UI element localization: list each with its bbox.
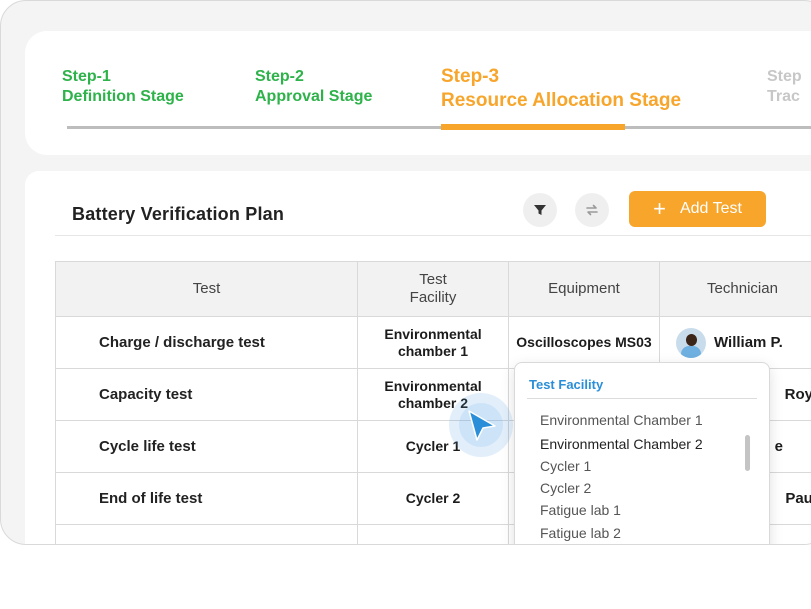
dropdown-option[interactable]: Fatigue lab 2 [540,525,621,541]
dropdown-divider [527,398,757,399]
cursor-highlight [449,393,513,457]
dropdown-scrollbar[interactable] [745,435,750,471]
filter-button[interactable] [523,193,557,227]
stepper: Step-1 Definition Stage Step-2 Approval … [25,31,811,155]
step-track [67,126,811,129]
test-name: Capacity test [55,368,358,421]
step-1[interactable]: Step-1 Definition Stage [62,67,184,107]
app-frame: Step-1 Definition Stage Step-2 Approval … [0,0,811,545]
step-track-active [441,124,625,130]
step-number: Step [767,68,802,85]
facility-cell[interactable]: Environmental chamber 1 [357,316,509,369]
step-number: Step-1 [62,68,111,85]
test-name: End of life test [55,472,358,525]
facility-cell[interactable]: Fatigue lab 1 [357,524,509,544]
facility-cell[interactable]: Cycler 2 [357,472,509,525]
step-name: Resource Allocation Stage [441,90,682,111]
add-test-label: Add Test [679,200,742,217]
column-header-technician[interactable]: Technician [659,261,811,317]
divider [55,235,811,236]
dropdown-option-selected[interactable]: Environmental Chamber 2 [540,436,703,452]
dropdown-option[interactable]: Environmental Chamber 1 [540,412,703,428]
dropdown-title: Test Facility [529,377,604,392]
refresh-button[interactable] [575,193,609,227]
technician-name: Roy [784,386,811,403]
step-2[interactable]: Step-2 Approval Stage [255,67,372,107]
step-name: Definition Stage [62,88,184,105]
column-header-equipment[interactable]: Equipment [508,261,660,317]
refresh-icon [586,204,598,216]
plus-icon: + [653,196,666,221]
dropdown-option[interactable]: Cycler 2 [540,480,591,496]
step-4[interactable]: Step Trac [767,67,802,107]
step-number: Step-2 [255,68,304,85]
technician-cell[interactable]: William P. [659,316,811,369]
step-name: Approval Stage [255,88,373,105]
equipment-cell[interactable]: Oscilloscopes MS03 [508,316,660,369]
test-name: Pulse discharge test [55,524,358,544]
dropdown-option[interactable]: Cycler 1 [540,458,591,474]
add-test-button[interactable]: + Add Test [629,191,766,227]
avatar [676,327,706,358]
technician-name: e [774,438,783,455]
column-header-facility[interactable]: Test Facility [357,261,509,317]
test-name: Charge / discharge test [55,316,358,369]
technician-name: William P. [714,334,783,351]
filter-icon [534,205,546,215]
column-header-test[interactable]: Test [55,261,358,317]
test-name: Cycle life test [55,420,358,473]
dropdown-option[interactable]: Fatigue lab 1 [540,502,621,518]
cursor-arrow-icon [468,410,496,441]
table-row[interactable]: Charge / discharge test Environmental ch… [55,316,811,369]
step-3[interactable]: Step-3 Resource Allocation Stage [441,65,681,113]
table-header-row: Test Test Facility Equipment Technician [55,261,811,317]
step-number: Step-3 [441,66,500,87]
step-name: Trac [767,88,800,105]
page-title: Battery Verification Plan [72,204,285,224]
technician-name: Paul [785,490,811,507]
page-background [0,545,811,609]
facility-dropdown[interactable]: Test Facility Environmental Chamber 1 En… [514,362,770,544]
